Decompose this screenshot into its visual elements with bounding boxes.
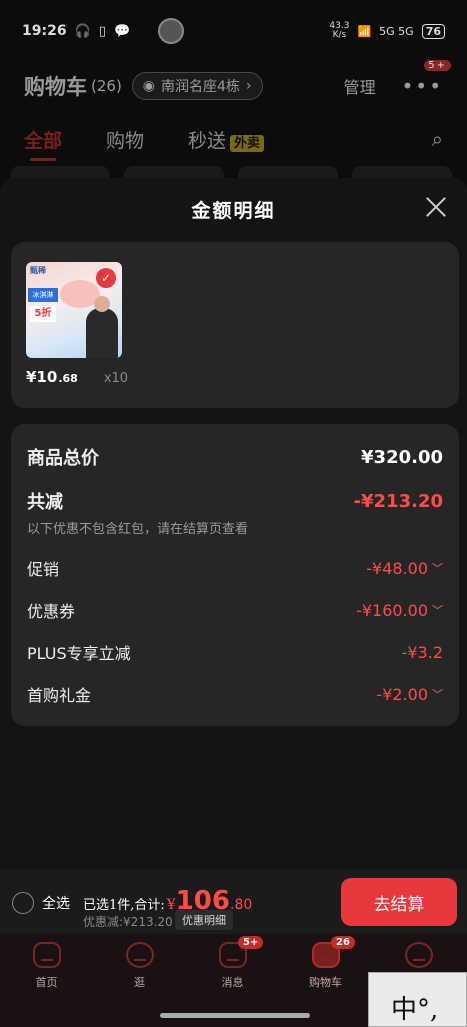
discount-tag: 5折	[30, 306, 56, 322]
chevron-down-icon: ﹀	[432, 604, 443, 617]
floating-avatar-icon[interactable]	[158, 18, 185, 44]
tab-flash[interactable]: 秒送 外卖	[188, 126, 265, 153]
status-app-icons: 🎧 ▯ 💬	[74, 23, 133, 39]
first-purchase-value: -¥2.00 ﹀	[376, 684, 443, 704]
select-all-radio[interactable]	[12, 892, 34, 914]
cart-count: (26)	[91, 77, 122, 95]
check-icon: ✓	[96, 268, 116, 288]
discount-label: 共减	[27, 492, 63, 513]
more-badge: 5+	[424, 60, 451, 71]
product-tag: 冰淇淋	[28, 288, 58, 302]
discount-detail-button[interactable]: 优惠明细	[175, 910, 233, 930]
coupon-value: -¥160.00 ﹀	[356, 600, 443, 620]
nav-home[interactable]: 首页	[0, 934, 93, 996]
nav-cart[interactable]: 26 购物车	[279, 934, 372, 996]
manage-button[interactable]: 管理	[344, 74, 376, 98]
more-dots-icon: •••	[401, 74, 443, 98]
status-right: 43.3 K/s 📶 5G 5G 76	[329, 22, 445, 40]
page-title: 购物车	[24, 74, 87, 99]
total-row: 商品总价 ¥320.00	[27, 444, 443, 470]
sheet-title: 金额明细	[191, 200, 276, 222]
home-icon	[32, 942, 61, 968]
nav-browse[interactable]: 逛	[93, 934, 186, 996]
status-bar: 19:26 🎧 ▯ 💬 43.3 K/s 📶 5G 5G 76	[0, 0, 467, 62]
search-icon[interactable]: ⌕	[432, 127, 443, 151]
total-label: 商品总价	[27, 448, 99, 469]
first-purchase-row[interactable]: 首购礼金 -¥2.00 ﹀	[27, 682, 443, 706]
product-price-decimal: .68	[58, 372, 78, 385]
discount-note: 以下优惠不包含红包，请在结算页查看	[27, 522, 249, 537]
discount-value: -¥213.20	[353, 490, 443, 512]
discount-row: 共减 -¥213.20	[27, 488, 443, 514]
selected-text: 已选1件,合计:	[83, 898, 165, 913]
total-amount-decimal: .80	[230, 897, 253, 913]
flash-badge: 外卖	[230, 134, 265, 152]
chevron-down-icon: ﹀	[432, 688, 443, 701]
profile-icon	[404, 942, 433, 968]
product-price-row: ¥10 .68 x10	[26, 368, 128, 386]
product-quantity: x10	[103, 371, 129, 386]
home-indicator[interactable]	[160, 1013, 310, 1018]
nav-cart-label: 购物车	[309, 976, 342, 989]
battery-icon: 76	[421, 23, 445, 39]
amount-detail-sheet: 金额明细 甄稀 冰淇淋 5折 ✓ ¥10 .68 x10 商品总价 ¥320.0…	[0, 178, 467, 870]
status-time: 19:26	[22, 23, 67, 39]
product-price: ¥10	[26, 368, 58, 386]
nav-messages[interactable]: 5+ 消息	[186, 934, 279, 996]
total-currency: ¥	[166, 897, 176, 913]
product-brand: 甄稀	[30, 266, 46, 275]
product-image[interactable]: 甄稀 冰淇淋 5折 ✓	[26, 262, 122, 358]
first-purchase-label: 首购礼金	[27, 686, 92, 705]
chevron-right-icon: ›	[245, 78, 252, 94]
nav-home-label: 首页	[35, 976, 58, 989]
select-all-label[interactable]: 全选	[42, 893, 70, 913]
tab-all[interactable]: 全部	[24, 126, 62, 161]
tab-shopping[interactable]: 购物	[106, 126, 144, 153]
signal-icon: 5G 5G	[379, 24, 414, 38]
plus-row: PLUS专享立减 -¥3.2	[27, 640, 443, 664]
product-card: 甄稀 冰淇淋 5折 ✓ ¥10 .68 x10	[11, 242, 459, 408]
messages-badge: 5+	[238, 936, 264, 949]
tab-flash-label: 秒送	[188, 129, 227, 152]
nav-messages-label: 消息	[221, 976, 244, 989]
more-button[interactable]: ••• 5+	[401, 60, 451, 98]
eye-icon: ◉	[142, 78, 156, 94]
ime-candidate-popup[interactable]: 中°,	[368, 972, 467, 1027]
checkout-button[interactable]: 去结算	[341, 878, 457, 926]
cart-badge: 26	[331, 936, 355, 949]
address-text: 南润名座4栋	[161, 79, 240, 95]
browse-icon	[125, 942, 154, 968]
plus-label: PLUS专享立减	[27, 644, 131, 663]
saved-amount: 优惠减:¥213.20	[83, 915, 173, 929]
address-pill[interactable]: ◉ 南润名座4栋 ›	[131, 72, 263, 100]
close-icon[interactable]	[423, 194, 449, 220]
coupon-row[interactable]: 优惠券 -¥160.00 ﹀	[27, 598, 443, 622]
coupon-label: 优惠券	[27, 602, 76, 621]
spokesperson-figure	[86, 296, 118, 358]
nav-browse-label: 逛	[134, 976, 145, 989]
wifi-icon: 📶	[357, 24, 372, 38]
promo-label: 促销	[27, 560, 60, 579]
promo-value: -¥48.00 ﹀	[366, 558, 443, 578]
checkout-bar: 全选 已选1件,合计: ¥ 106 .80 优惠减:¥213.20 优惠明细 去…	[0, 870, 467, 934]
plus-value: -¥3.2	[401, 642, 443, 662]
cart-header: 购物车 (26) ◉ 南润名座4栋 › 管理 ••• 5+	[0, 60, 467, 110]
chevron-down-icon: ﹀	[432, 562, 443, 575]
net-speed: 43.3 K/s	[329, 21, 350, 40]
cart-tabs: 全部 购物 秒送 外卖 ⌕	[0, 116, 467, 162]
price-detail-card: 商品总价 ¥320.00 共减 -¥213.20 以下优惠不包含红包，请在结算页…	[11, 424, 459, 726]
promo-row[interactable]: 促销 -¥48.00 ﹀	[27, 556, 443, 580]
total-value: ¥320.00	[361, 446, 443, 468]
